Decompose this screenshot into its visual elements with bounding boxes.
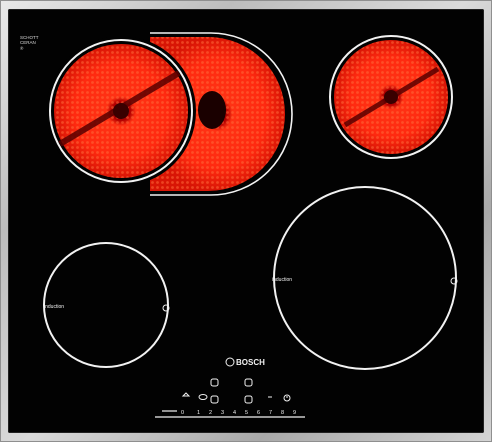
scale-9[interactable]: 9 [293,410,296,416]
control-icons [181,392,291,402]
select-rear-left-key[interactable] [210,378,219,387]
dual-zone-icon[interactable] [198,394,208,400]
select-rear-right-key[interactable] [244,378,253,387]
front-left-radiant-zone[interactable] [46,36,196,186]
scale-7[interactable]: 7 [269,410,272,416]
oval-zone-center-icon [198,91,226,129]
scale-5[interactable]: 5 [245,410,248,416]
scale-8[interactable]: 8 [281,410,284,416]
scale-2[interactable]: 2 [209,410,212,416]
lock-icon[interactable] [181,392,191,397]
scale-6[interactable]: 6 [257,410,260,416]
select-front-right-key[interactable] [244,395,253,404]
scale-0[interactable]: 0 [181,410,184,416]
left-induction-label: induction [44,304,64,310]
rear-right-radiant-zone[interactable] [329,35,453,159]
scale-1[interactable]: 1 [197,410,200,416]
glass-brand-line3: ® [20,45,24,51]
right-induction-label: induction [272,277,292,283]
power-level-slider[interactable]: 0 1 2 3 4 5 6 7 8 9 [155,410,305,418]
select-front-left-key[interactable] [210,395,219,404]
bosch-logo-text: BOSCH [236,358,265,367]
scale-3[interactable]: 3 [221,410,224,416]
cooktop-drawing: SCHOTT CERAN ® induction induction BOSCH… [20,32,458,418]
scale-4[interactable]: 4 [233,410,236,416]
glass-brand-line2: CERAN [20,40,36,45]
zone-selector-keys [210,378,253,404]
bosch-logo: BOSCH [225,357,265,367]
right-induction-zone[interactable] [273,186,458,370]
